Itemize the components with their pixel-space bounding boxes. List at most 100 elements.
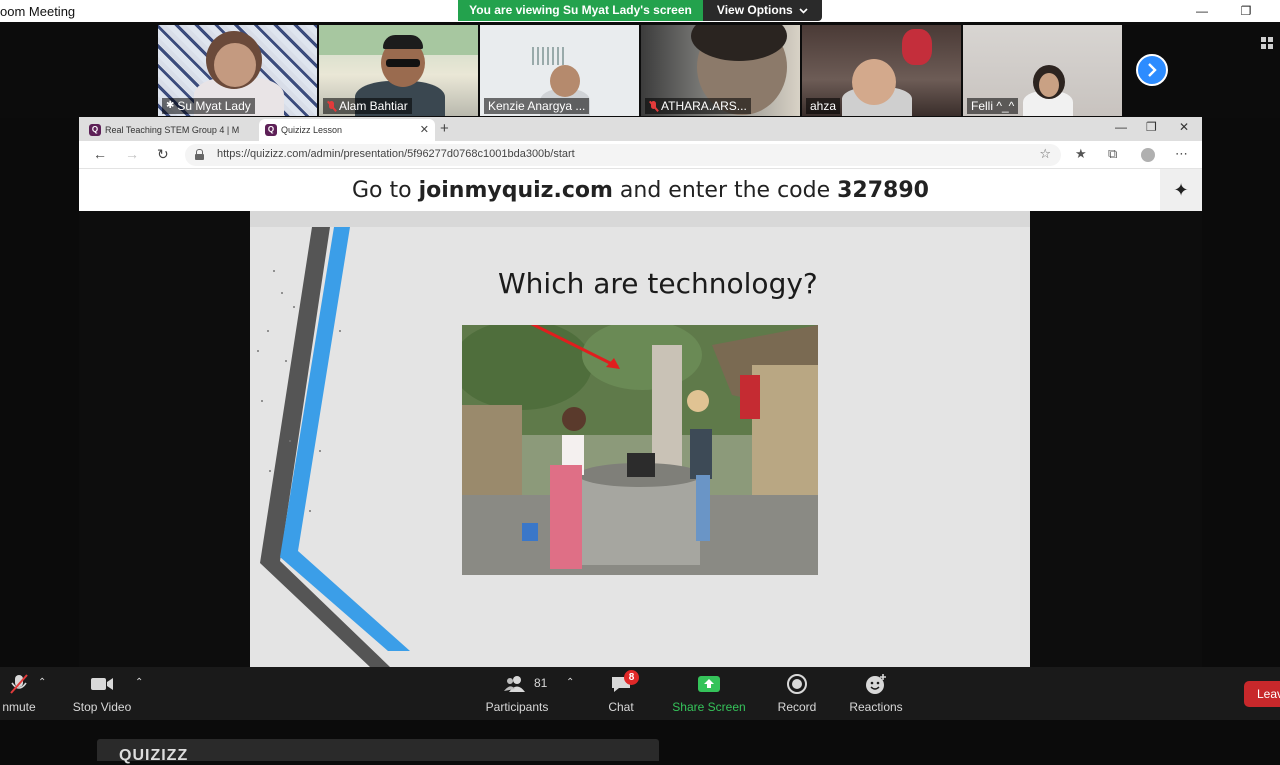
participant-tile[interactable]: ✱ Su Myat Lady bbox=[158, 25, 317, 116]
collections-icon[interactable]: ⧉ bbox=[1108, 146, 1117, 162]
record-icon bbox=[787, 674, 807, 694]
browser-tab-bar: Q Real Teaching STEM Group 4 | M Q Quizi… bbox=[79, 117, 1202, 141]
view-options-label: View Options bbox=[716, 3, 793, 17]
microphone-muted-icon bbox=[10, 674, 28, 694]
participant-face bbox=[214, 43, 256, 87]
participant-name-label: ✱ Su Myat Lady bbox=[162, 98, 255, 114]
participants-label: Participants bbox=[485, 700, 549, 714]
quiz-control-bar[interactable]: QUIZIZZ bbox=[97, 739, 659, 764]
url-field[interactable]: https://quizizz.com/admin/presentation/5… bbox=[185, 144, 1061, 166]
participant-name-label: Kenzie Anargya ... bbox=[484, 98, 590, 114]
screen-share-banner: You are viewing Su Myat Lady's screen Vi… bbox=[458, 0, 822, 21]
unread-chat-badge: 8 bbox=[624, 670, 639, 685]
participant-name: ahza bbox=[810, 99, 837, 113]
participant-face bbox=[1039, 73, 1059, 97]
join-site: joinmyquiz.com bbox=[418, 178, 613, 203]
pin-icon: ✱ bbox=[166, 100, 175, 111]
profile-avatar-icon[interactable] bbox=[1141, 148, 1155, 162]
browser-tab[interactable]: Q Real Teaching STEM Group 4 | M bbox=[83, 119, 259, 141]
participant-tile[interactable]: ahza bbox=[802, 25, 961, 116]
join-code: 327890 bbox=[837, 178, 929, 203]
quizizz-logo: QUIZIZZ bbox=[119, 747, 189, 764]
browser-close-button[interactable]: ✕ bbox=[1179, 120, 1189, 134]
participants-icon bbox=[504, 676, 525, 692]
share-screen-button[interactable]: Share Screen bbox=[670, 673, 748, 714]
browser-tab-active[interactable]: Q Quizizz Lesson ✕ bbox=[259, 119, 435, 141]
leave-label: Leav bbox=[1257, 687, 1280, 701]
join-prefix: Go to bbox=[352, 178, 419, 203]
wall-decoration bbox=[532, 47, 566, 65]
stop-video-label: Stop Video bbox=[72, 700, 132, 714]
close-tab-icon[interactable]: ✕ bbox=[420, 119, 429, 141]
zoom-control-bar: nmute ⌃ Stop Video ⌃ Participants 81 ⌃ C… bbox=[0, 667, 1280, 720]
more-options-icon[interactable]: ⋯ bbox=[1175, 146, 1188, 162]
slide-title: Which are technology? bbox=[498, 267, 818, 300]
leave-meeting-button[interactable]: Leav bbox=[1244, 681, 1280, 707]
participant-cap bbox=[383, 35, 423, 49]
participant-tile[interactable]: ATHARA.ARS... bbox=[641, 25, 800, 116]
participant-face bbox=[852, 59, 896, 105]
forward-icon[interactable]: → bbox=[125, 146, 139, 162]
participant-name-label: Felli ^_^ bbox=[967, 98, 1019, 114]
join-middle: and enter the code bbox=[612, 178, 838, 203]
participant-name-label: ATHARA.ARS... bbox=[645, 98, 751, 114]
unmute-label: nmute bbox=[2, 700, 36, 714]
chevron-right-icon bbox=[1148, 63, 1157, 77]
browser-minimize-button[interactable]: — bbox=[1115, 120, 1127, 134]
mic-muted-icon bbox=[649, 100, 658, 112]
participant-tile[interactable]: Alam Bahtiar bbox=[319, 25, 478, 116]
participant-video-strip: ✱ Su Myat Lady Alam Bahtiar Kenzie Anarg… bbox=[0, 22, 1280, 118]
participant-name: Felli ^_^ bbox=[971, 99, 1015, 113]
participants-options-chevron-up-icon[interactable]: ⌃ bbox=[566, 677, 574, 688]
record-button[interactable]: Record bbox=[774, 673, 820, 714]
next-participants-button[interactable] bbox=[1136, 54, 1168, 86]
quizizz-favicon-icon: Q bbox=[265, 124, 277, 136]
reactions-smiley-icon bbox=[866, 674, 886, 694]
new-tab-icon[interactable]: + bbox=[440, 119, 449, 139]
video-options-chevron-up-icon[interactable]: ⌃ bbox=[135, 677, 143, 688]
presentation-stage: Which are technology? QUIZIZZ bbox=[79, 211, 1202, 764]
browser-maximize-button[interactable]: ❐ bbox=[1146, 120, 1157, 134]
reactions-button[interactable]: Reactions bbox=[848, 673, 904, 714]
window-title: oom Meeting bbox=[0, 4, 76, 19]
participant-name-label: Alam Bahtiar bbox=[323, 98, 412, 114]
share-screen-icon bbox=[698, 676, 720, 692]
participant-name: Su Myat Lady bbox=[177, 99, 251, 113]
browser-address-bar: ← → ↻ https://quizizz.com/admin/presenta… bbox=[79, 141, 1202, 169]
reload-icon[interactable]: ↻ bbox=[157, 146, 169, 163]
quiz-join-header: Go to joinmyquiz.com and enter the code … bbox=[79, 169, 1202, 211]
participant-name: ATHARA.ARS... bbox=[661, 99, 747, 113]
chevron-down-icon bbox=[799, 8, 808, 14]
gallery-view-icon[interactable] bbox=[1261, 37, 1273, 49]
viewing-screen-text: You are viewing Su Myat Lady's screen bbox=[458, 0, 703, 21]
sunglasses bbox=[386, 59, 420, 67]
favorites-icon[interactable]: ★ bbox=[1075, 146, 1087, 162]
participant-face bbox=[550, 65, 580, 97]
participants-count: 81 bbox=[534, 676, 548, 690]
participant-tile[interactable]: Felli ^_^ bbox=[963, 25, 1122, 116]
view-options-button[interactable]: View Options bbox=[703, 0, 822, 21]
participant-name: Alam Bahtiar bbox=[339, 99, 408, 113]
record-label: Record bbox=[777, 700, 817, 714]
flower-decoration bbox=[902, 29, 932, 65]
lock-icon bbox=[195, 149, 204, 160]
mic-muted-icon bbox=[327, 100, 336, 112]
tab-title: Real Teaching STEM Group 4 | M bbox=[105, 125, 240, 135]
presentation-slide: Which are technology? bbox=[250, 211, 1030, 667]
video-camera-icon bbox=[91, 678, 113, 690]
stop-video-button[interactable]: Stop Video bbox=[70, 673, 134, 714]
tab-title: Quizizz Lesson bbox=[281, 125, 343, 135]
share-screen-label: Share Screen bbox=[672, 700, 746, 714]
participant-name-label: ahza bbox=[806, 98, 841, 114]
audio-options-chevron-up-icon[interactable]: ⌃ bbox=[38, 677, 46, 688]
minimize-window-button[interactable]: — bbox=[1190, 2, 1214, 20]
participant-tile[interactable]: Kenzie Anargya ... bbox=[480, 25, 639, 116]
bookmark-star-icon[interactable]: ☆ bbox=[1039, 146, 1051, 162]
well-photo bbox=[462, 325, 818, 575]
quizizz-favicon-icon: Q bbox=[89, 124, 101, 136]
restore-window-button[interactable]: ❐ bbox=[1234, 2, 1258, 20]
reactions-label: Reactions bbox=[849, 700, 903, 714]
url-text: https://quizizz.com/admin/presentation/5… bbox=[217, 148, 575, 160]
pin-header-icon[interactable]: ✦ bbox=[1160, 169, 1202, 211]
back-icon[interactable]: ← bbox=[93, 146, 107, 162]
